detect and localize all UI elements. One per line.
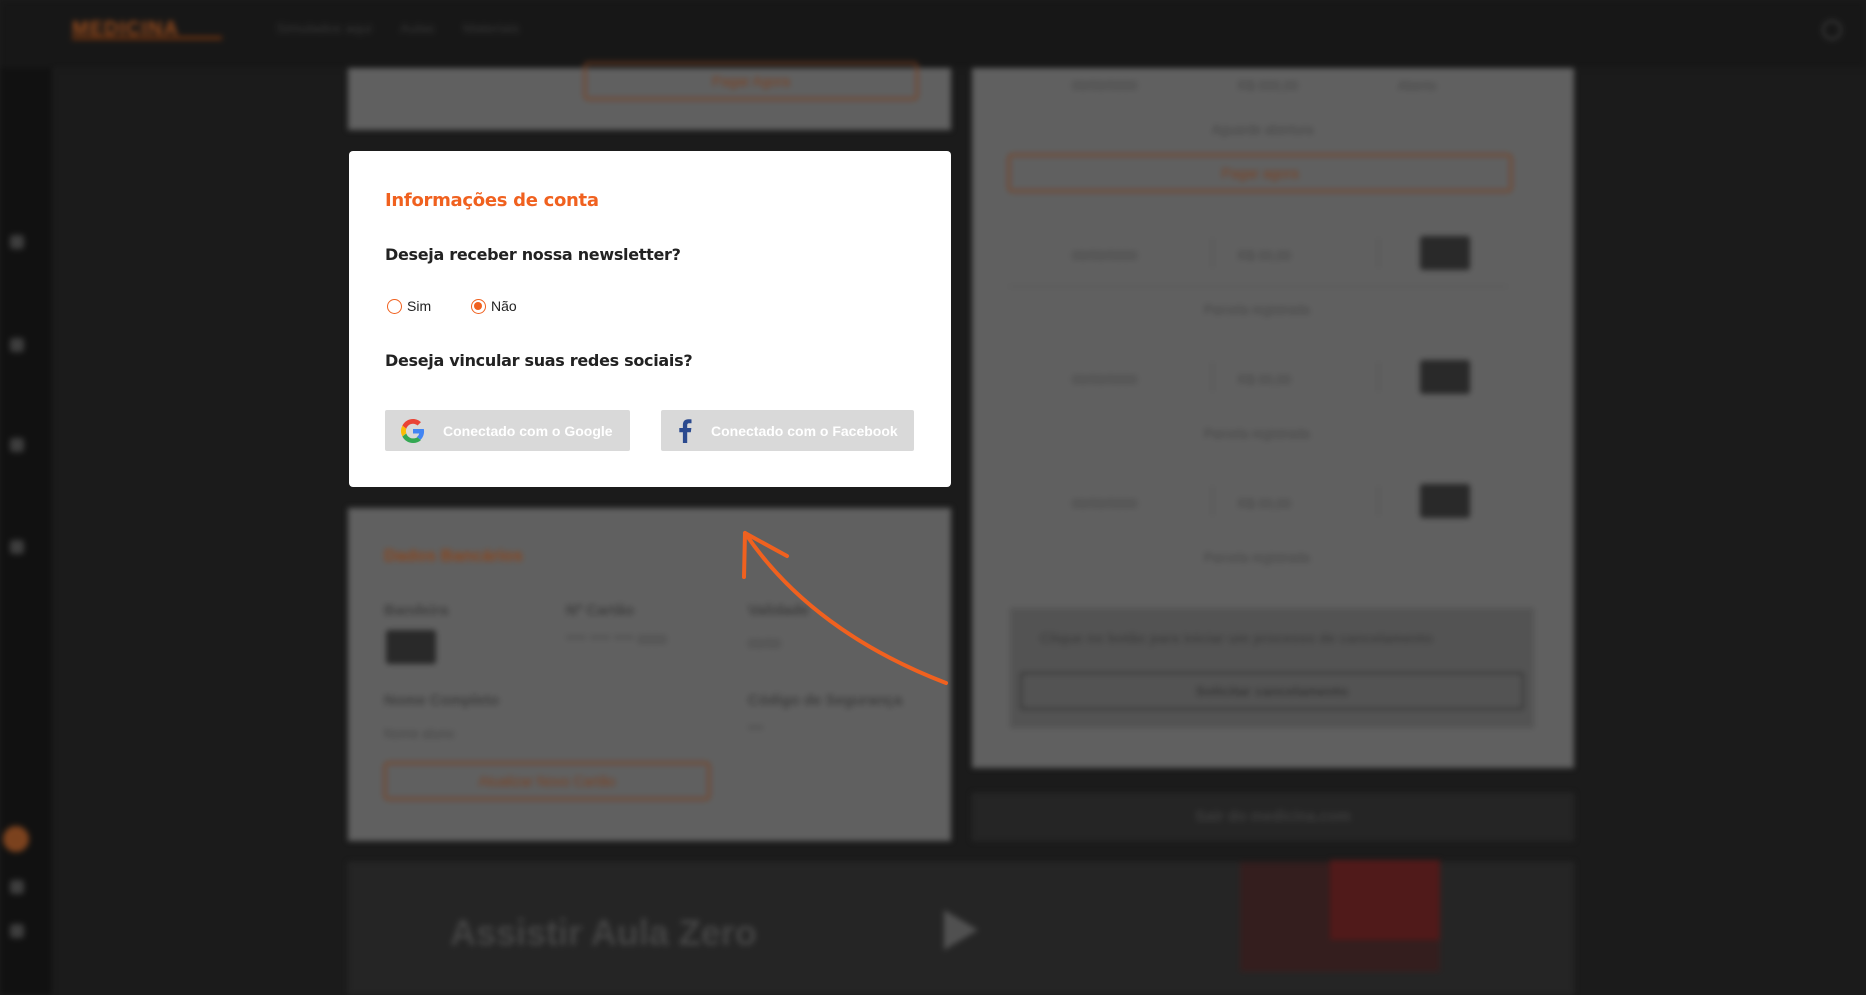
newsletter-yes-option[interactable]: Sim: [387, 298, 431, 314]
google-button-label: Conectado com o Google: [443, 422, 613, 439]
facebook-icon: [673, 418, 697, 443]
newsletter-no-option[interactable]: Não: [471, 298, 517, 314]
modal-title: Informações de conta: [385, 190, 599, 211]
facebook-button-label: Conectado com o Facebook: [711, 422, 898, 439]
google-icon: [401, 418, 425, 443]
option-label: Sim: [407, 298, 432, 314]
radio-button-checked[interactable]: [471, 298, 486, 314]
modal-backdrop[interactable]: [0, 0, 1866, 995]
google-connect-button[interactable]: Conectado com o Google: [385, 410, 630, 451]
account-info-modal: Informações de conta Deseja receber noss…: [349, 151, 951, 487]
social-question: Deseja vincular suas redes sociais?: [385, 351, 693, 370]
option-label: Não: [491, 298, 517, 314]
radio-button[interactable]: [387, 298, 402, 314]
facebook-connect-button[interactable]: Conectado com o Facebook: [661, 410, 914, 451]
newsletter-question: Deseja receber nossa newsletter?: [385, 245, 681, 264]
